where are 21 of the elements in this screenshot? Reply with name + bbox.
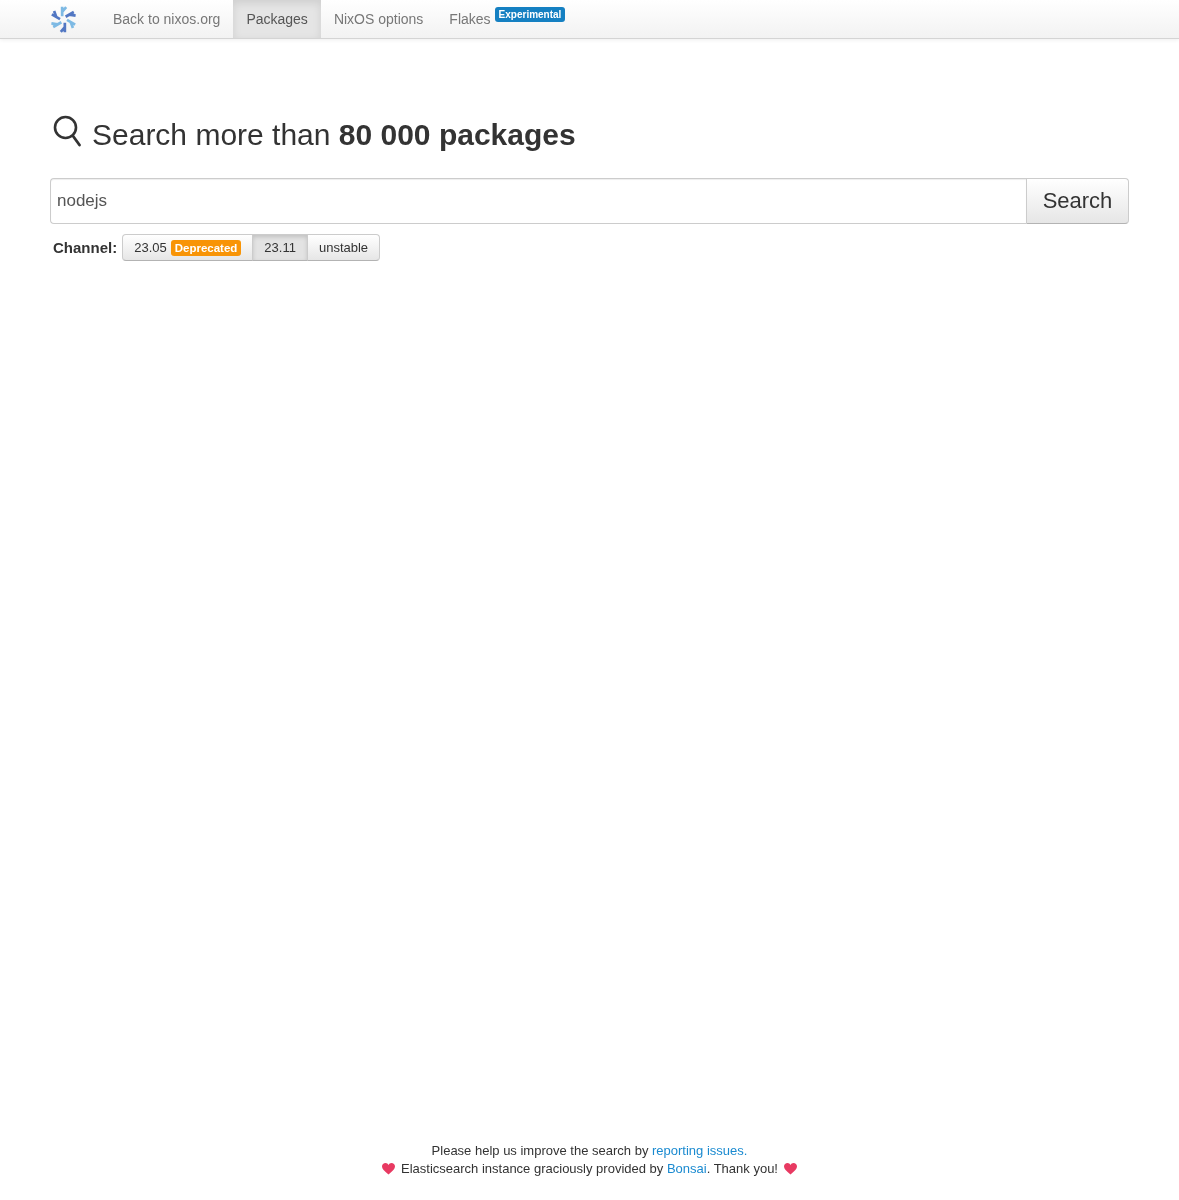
sponsor-link[interactable]: Bonsai — [666, 1161, 707, 1176]
page-heading: Search more than 80 000 packages — [92, 117, 576, 153]
status-badge: Deprecated — [170, 239, 242, 256]
nav-tab[interactable]: Back to nixos.org — [100, 0, 234, 38]
channel-button[interactable]: 23.11 — [252, 234, 308, 261]
search-field[interactable]: nodejs — [50, 178, 1026, 224]
heart-icon — [382, 1163, 395, 1175]
channel-button[interactable]: 23.05 Deprecated — [122, 234, 254, 261]
search-icon — [53, 115, 81, 147]
footer-text: Please help us improve the search by reporting issues. — [431, 1142, 748, 1160]
snowflake-logo-icon[interactable] — [50, 5, 77, 33]
nav-tab[interactable]: Flakes Experimental — [436, 0, 579, 38]
report-issues-link[interactable]: reporting issues. — [652, 1143, 748, 1158]
channel-label: Channel: — [53, 239, 118, 256]
nav-tab[interactable]: Packages — [233, 0, 321, 38]
channel-button[interactable]: unstable — [306, 234, 381, 261]
heart-icon — [784, 1163, 797, 1175]
credit-text: Elasticsearch instance graciously provided by Bonsai. Thank you! — [401, 1160, 778, 1178]
nav-tab[interactable]: NixOS options — [320, 0, 437, 38]
feature-badge: Experimental — [494, 7, 566, 22]
search-button[interactable]: Search — [1026, 178, 1129, 224]
